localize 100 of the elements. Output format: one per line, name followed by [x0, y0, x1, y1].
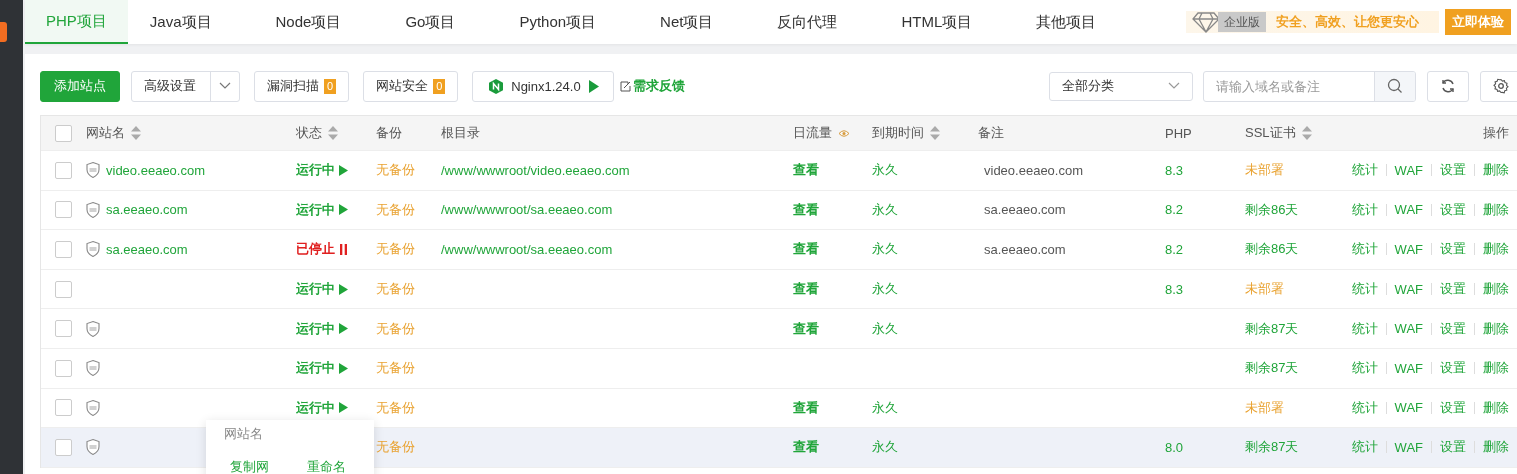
select-all-checkbox[interactable]: [55, 124, 72, 142]
status-toggle[interactable]: 运行中: [296, 161, 348, 180]
table-row[interactable]: sa.eeaeo.com 运行中 无备份 /www/wwwroot/sa.eeaeo.com 查看 永久 sa.eeaeo.com 8.2 剩余86天 统计 WAF 设置 删除: [41, 190, 1517, 231]
expiry-link[interactable]: 永久: [872, 161, 898, 180]
backup-link[interactable]: 无备份: [376, 161, 415, 180]
project-tab[interactable]: Java项目: [127, 0, 234, 44]
category-select[interactable]: 全部分类: [1049, 71, 1193, 101]
project-tab[interactable]: 反向代理: [755, 0, 860, 44]
php-version-link[interactable]: 8.0: [1165, 439, 1184, 455]
action-link[interactable]: 设置: [1440, 200, 1466, 219]
action-link[interactable]: 删除: [1483, 200, 1509, 219]
project-tab[interactable]: HTML项目: [879, 0, 995, 44]
action-link[interactable]: WAF: [1394, 281, 1423, 297]
site-name-link[interactable]: video.eeaeo.com: [106, 162, 205, 178]
action-link[interactable]: 删除: [1483, 438, 1509, 457]
site-security-button[interactable]: 网站安全 0: [363, 70, 459, 102]
nginx-button[interactable]: Nginx1.24.0: [472, 70, 614, 102]
php-version-link[interactable]: 8.3: [1165, 281, 1184, 297]
backup-link[interactable]: 无备份: [376, 200, 415, 219]
backup-link[interactable]: 无备份: [376, 280, 415, 299]
search-button[interactable]: [1374, 71, 1415, 101]
try-now-button[interactable]: 立即体验: [1445, 9, 1511, 35]
table-row[interactable]: video.eeaeo.com 运行中 无备份 /www/wwwroot/video.eeaeo.com 查看 永久 video.eeaeo.com 8.3 未部署 统计 WAF 设置 删除: [41, 151, 1517, 191]
action-link[interactable]: 设置: [1440, 438, 1466, 457]
traffic-link[interactable]: 查看: [793, 280, 819, 299]
ssl-status-link[interactable]: 剩余86天: [1245, 240, 1299, 259]
action-link[interactable]: WAF: [1394, 439, 1423, 455]
table-row[interactable]: sa.eeaeo.com 已停止 无备份 /www/wwwroot/sa.eeaeo.com 查看 永久 sa.eeaeo.com 8.2 剩余86天 统计 WAF 设置 删除: [41, 230, 1517, 270]
action-link[interactable]: 统计: [1351, 319, 1378, 338]
root-path-link[interactable]: /www/wwwroot/video.eeaeo.com: [441, 162, 630, 178]
ssl-status-link[interactable]: 未部署: [1245, 161, 1284, 180]
site-name-link[interactable]: sa.eeaeo.com: [106, 242, 188, 257]
action-link[interactable]: WAF: [1394, 400, 1423, 416]
sort-icon[interactable]: [328, 126, 338, 140]
expiry-link[interactable]: 永久: [872, 280, 898, 299]
status-toggle[interactable]: 运行中: [296, 359, 348, 378]
action-link[interactable]: 统计: [1351, 359, 1378, 378]
table-row[interactable]: 运行中 无备份 查看 永久 剩余87天 统计 WAF 设置 删除: [41, 309, 1517, 349]
action-link[interactable]: 删除: [1483, 359, 1509, 378]
action-link[interactable]: 删除: [1483, 319, 1509, 338]
project-tab[interactable]: Go项目: [383, 0, 478, 44]
settings-button[interactable]: [1480, 70, 1517, 102]
feedback-link[interactable]: 需求反馈: [619, 77, 685, 95]
root-path-link[interactable]: /www/wwwroot/sa.eeaeo.com: [441, 202, 613, 218]
action-link[interactable]: WAF: [1394, 242, 1423, 257]
expiry-link[interactable]: 永久: [872, 240, 898, 259]
action-link[interactable]: 设置: [1440, 240, 1466, 259]
row-checkbox[interactable]: [55, 399, 72, 417]
backup-link[interactable]: 无备份: [376, 319, 415, 338]
traffic-link[interactable]: 查看: [793, 161, 819, 180]
row-checkbox[interactable]: [55, 320, 72, 338]
eye-icon[interactable]: [838, 128, 850, 138]
table-row[interactable]: 运行中 无备份 查看 永久 8.3 未部署 统计 WAF 设置 删除: [41, 269, 1517, 310]
traffic-link[interactable]: 查看: [793, 200, 819, 219]
ssl-status-link[interactable]: 未部署: [1245, 280, 1284, 299]
project-tab[interactable]: Python项目: [497, 0, 619, 44]
action-link[interactable]: 删除: [1483, 240, 1509, 259]
action-link[interactable]: WAF: [1394, 321, 1423, 337]
action-link[interactable]: 删除: [1483, 398, 1509, 417]
status-toggle[interactable]: 运行中: [296, 319, 348, 338]
search-input[interactable]: 请输入域名或备注: [1204, 78, 1374, 94]
action-link[interactable]: 设置: [1440, 398, 1466, 417]
sort-icon[interactable]: [1301, 126, 1312, 140]
action-link[interactable]: WAF: [1394, 360, 1423, 376]
action-link[interactable]: WAF: [1394, 202, 1423, 218]
php-version-link[interactable]: 8.2: [1165, 202, 1184, 218]
sort-icon[interactable]: [930, 126, 940, 140]
project-tab[interactable]: Net项目: [638, 0, 736, 44]
refresh-button[interactable]: [1427, 70, 1469, 102]
row-checkbox[interactable]: [55, 161, 72, 179]
action-link[interactable]: 统计: [1351, 240, 1378, 259]
action-link[interactable]: 统计: [1351, 200, 1378, 219]
ssl-status-link[interactable]: 剩余87天: [1245, 438, 1299, 457]
backup-link[interactable]: 无备份: [376, 240, 415, 259]
backup-link[interactable]: 无备份: [376, 438, 415, 457]
row-checkbox[interactable]: [55, 438, 72, 456]
action-link[interactable]: 设置: [1440, 161, 1466, 180]
vulnerability-scan-button[interactable]: 漏洞扫描 0: [254, 70, 350, 102]
row-checkbox[interactable]: [55, 241, 72, 258]
expiry-link[interactable]: 永久: [872, 200, 898, 219]
status-toggle[interactable]: 运行中: [296, 200, 348, 219]
action-link[interactable]: 统计: [1351, 161, 1378, 180]
ssl-status-link[interactable]: 剩余86天: [1245, 200, 1299, 219]
ssl-status-link[interactable]: 剩余87天: [1245, 319, 1299, 338]
traffic-link[interactable]: 查看: [793, 319, 819, 338]
project-tab[interactable]: Node项目: [253, 0, 364, 44]
traffic-link[interactable]: 查看: [793, 438, 819, 457]
status-toggle[interactable]: 运行中: [296, 280, 348, 299]
expiry-link[interactable]: 永久: [872, 398, 898, 417]
status-toggle[interactable]: 已停止: [296, 240, 348, 259]
row-checkbox[interactable]: [55, 280, 72, 298]
site-name-link[interactable]: sa.eeaeo.com: [106, 202, 188, 218]
project-tab[interactable]: PHP项目: [25, 0, 128, 44]
row-checkbox[interactable]: [55, 201, 72, 219]
action-link[interactable]: 删除: [1483, 280, 1509, 299]
action-link[interactable]: 统计: [1351, 398, 1378, 417]
root-path-link[interactable]: /www/wwwroot/sa.eeaeo.com: [441, 242, 613, 257]
backup-link[interactable]: 无备份: [376, 359, 415, 378]
php-version-link[interactable]: 8.2: [1165, 242, 1184, 257]
status-toggle[interactable]: 运行中: [296, 398, 348, 417]
